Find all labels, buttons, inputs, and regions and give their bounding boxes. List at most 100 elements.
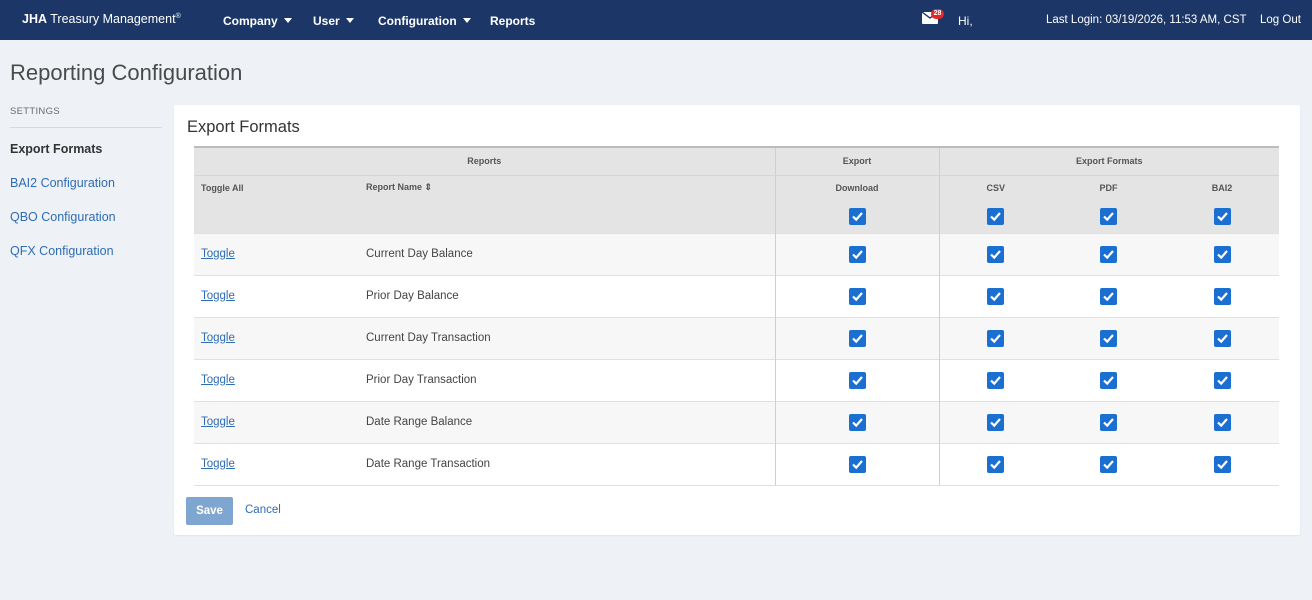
nav-reports[interactable]: Reports	[490, 14, 535, 28]
sidebar-section-label: SETTINGS	[10, 106, 162, 128]
cancel-button[interactable]: Cancel	[245, 504, 281, 516]
select-all-csv-checkbox[interactable]	[987, 207, 1005, 225]
export-formats-card: Export Formats Reports Export Export For…	[174, 105, 1300, 535]
table-row: Toggle Prior Day Balance	[194, 274, 1279, 317]
pdf-checkbox[interactable]	[1100, 371, 1117, 389]
bai2-checkbox[interactable]	[1213, 245, 1231, 263]
pdf-checkbox[interactable]	[1100, 287, 1117, 305]
bai2-checkbox[interactable]	[1213, 287, 1231, 305]
csv-checkbox[interactable]	[987, 371, 1005, 389]
pdf-cell	[1052, 358, 1165, 401]
bai2-cell	[1165, 400, 1279, 443]
header-empty-cell	[359, 200, 775, 233]
csv-cell	[938, 442, 1052, 486]
table-row: Toggle Date Range Transaction	[194, 442, 1279, 486]
report-name-cell: Date Range Transaction	[359, 442, 775, 486]
report-name-cell: Current Day Balance	[359, 232, 775, 275]
download-cell	[774, 358, 939, 401]
csv-checkbox[interactable]	[987, 287, 1005, 305]
logout-link[interactable]: Log Out	[1260, 14, 1301, 26]
select-all-bai2-cell	[1165, 200, 1279, 233]
column-header-pdf: PDF	[1052, 175, 1165, 200]
row-toggle-link[interactable]: Toggle	[201, 332, 235, 344]
bai2-checkbox[interactable]	[1213, 413, 1231, 431]
pdf-checkbox[interactable]	[1100, 455, 1117, 473]
csv-checkbox[interactable]	[987, 329, 1005, 347]
download-checkbox[interactable]	[848, 371, 866, 389]
chevron-down-icon	[283, 18, 292, 23]
select-all-bai2-checkbox[interactable]	[1213, 207, 1231, 225]
bai2-checkbox[interactable]	[1213, 371, 1231, 389]
row-toggle-link[interactable]: Toggle	[201, 416, 235, 428]
top-navbar: JHA Treasury Management® Company User Co…	[0, 0, 1312, 40]
save-button[interactable]: Save	[186, 497, 233, 525]
nav-reports-label: Reports	[490, 14, 536, 28]
download-checkbox[interactable]	[848, 245, 866, 263]
column-header-csv: CSV	[938, 175, 1052, 200]
sidebar-item-export-formats[interactable]: Export Formats	[10, 132, 162, 166]
select-all-pdf-checkbox[interactable]	[1100, 207, 1117, 225]
bai2-cell	[1165, 316, 1279, 359]
page-title: Reporting Configuration	[10, 60, 243, 85]
csv-checkbox[interactable]	[987, 455, 1005, 473]
csv-cell	[938, 232, 1052, 275]
report-name-cell: Current Day Transaction	[359, 316, 775, 359]
pdf-checkbox[interactable]	[1100, 413, 1117, 431]
download-checkbox[interactable]	[848, 287, 866, 305]
csv-checkbox[interactable]	[987, 245, 1005, 263]
select-all-download-checkbox[interactable]	[848, 207, 866, 225]
header-empty-cell	[194, 200, 359, 233]
nav-company[interactable]: Company	[223, 14, 292, 28]
toggle-cell: Toggle	[194, 274, 359, 317]
row-toggle-link[interactable]: Toggle	[201, 290, 235, 302]
select-all-pdf-cell	[1052, 200, 1165, 233]
nav-configuration[interactable]: Configuration	[378, 14, 471, 28]
csv-checkbox[interactable]	[987, 413, 1005, 431]
pdf-cell	[1052, 442, 1165, 486]
column-header-report-name[interactable]: Report Name ⇕	[359, 175, 775, 200]
download-cell	[774, 316, 939, 359]
sidebar-item-bai2-configuration[interactable]: BAI2 Configuration	[10, 166, 162, 200]
nav-configuration-label: Configuration	[378, 14, 457, 28]
row-toggle-link[interactable]: Toggle	[201, 458, 235, 470]
last-login: Last Login: 03/19/2026, 11:53 AM, CST	[1046, 14, 1247, 26]
nav-company-label: Company	[223, 14, 278, 28]
bai2-cell	[1165, 442, 1279, 486]
chevron-down-icon	[345, 18, 354, 23]
nav-user[interactable]: User	[313, 14, 354, 28]
row-toggle-link[interactable]: Toggle	[201, 374, 235, 386]
toggle-cell: Toggle	[194, 358, 359, 401]
group-header-export-formats: Export Formats	[938, 146, 1279, 176]
sidebar-item-qbo-configuration[interactable]: QBO Configuration	[10, 200, 162, 234]
download-checkbox[interactable]	[848, 329, 866, 347]
csv-cell	[938, 358, 1052, 401]
bai2-cell	[1165, 232, 1279, 275]
brand-bold: JHA	[22, 12, 48, 26]
csv-cell	[938, 400, 1052, 443]
download-checkbox[interactable]	[848, 455, 866, 473]
toggle-cell: Toggle	[194, 400, 359, 443]
row-toggle-link[interactable]: Toggle	[201, 248, 235, 260]
download-checkbox[interactable]	[848, 413, 866, 431]
bai2-checkbox[interactable]	[1213, 329, 1231, 347]
report-name-cell: Prior Day Transaction	[359, 358, 775, 401]
column-header-toggle-all: Toggle All	[194, 175, 359, 200]
toggle-cell: Toggle	[194, 232, 359, 275]
pdf-checkbox[interactable]	[1100, 329, 1117, 347]
export-formats-table: Reports Export Export Formats Toggle All…	[194, 146, 1279, 486]
toggle-cell: Toggle	[194, 316, 359, 359]
report-name-cell: Date Range Balance	[359, 400, 775, 443]
select-all-csv-cell	[938, 200, 1052, 233]
bai2-checkbox[interactable]	[1213, 455, 1231, 473]
csv-cell	[938, 316, 1052, 359]
toggle-cell: Toggle	[194, 442, 359, 486]
select-all-download-cell	[774, 200, 939, 233]
table-row: Toggle Prior Day Transaction	[194, 358, 1279, 401]
pdf-cell	[1052, 274, 1165, 317]
sidebar-item-qfx-configuration[interactable]: QFX Configuration	[10, 234, 162, 268]
bai2-cell	[1165, 274, 1279, 317]
download-cell	[774, 232, 939, 275]
pdf-checkbox[interactable]	[1100, 245, 1117, 263]
brand-logo[interactable]: JHA Treasury Management®	[22, 12, 181, 26]
report-name-cell: Prior Day Balance	[359, 274, 775, 317]
